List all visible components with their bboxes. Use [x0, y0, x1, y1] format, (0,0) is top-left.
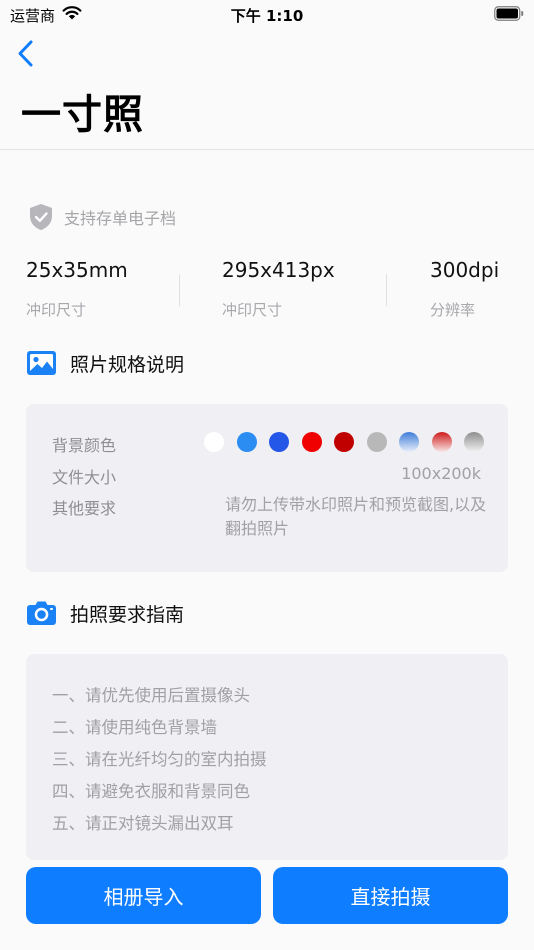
color-swatch-red[interactable]: [301, 432, 322, 452]
color-swatch-blue[interactable]: [236, 432, 257, 452]
take-photo-button[interactable]: 直接拍摄: [273, 867, 508, 924]
battery-icon: [494, 6, 524, 21]
resolution-value: 300dpi: [430, 258, 500, 282]
photo-spec-header: 照片规格说明: [26, 348, 184, 378]
page-title: 一寸照: [21, 92, 144, 138]
photo-guide-title: 拍照要求指南: [70, 603, 185, 626]
shield-check-icon: [30, 204, 52, 230]
album-import-button[interactable]: 相册导入: [26, 867, 261, 924]
color-swatch-dark-blue[interactable]: [269, 432, 289, 452]
image-icon: [27, 351, 56, 375]
guide-item: 三、请在光纤均匀的室内拍摄: [52, 750, 267, 769]
color-swatch-dark-red[interactable]: [334, 432, 354, 452]
support-row: 支持存单电子档: [28, 202, 176, 232]
print-size-px-label: 冲印尺寸: [222, 301, 283, 319]
color-swatch-gradient-gray[interactable]: [464, 432, 484, 452]
guide-item: 二、请使用纯色背景墙: [52, 718, 217, 737]
color-swatch-white[interactable]: [204, 432, 224, 452]
print-size-mm-value: 25x35mm: [26, 258, 128, 282]
spec-divider: [179, 274, 180, 306]
other-requirements-value: 请勿上传带水印照片和预览截图,以及翻拍照片: [225, 495, 487, 538]
photo-guide-header: 拍照要求指南: [26, 598, 184, 628]
print-size-mm-label: 冲印尺寸: [26, 301, 87, 319]
color-swatch-gray[interactable]: [366, 432, 387, 452]
status-bar: 运营商 下午 1:10: [0, 0, 534, 28]
guide-item: 四、请避免衣服和背景同色: [52, 782, 250, 801]
header-divider: [0, 149, 534, 150]
color-swatch-gradient-red[interactable]: [431, 432, 452, 452]
file-size-label: 文件大小: [52, 468, 117, 487]
print-size-px-value: 295x413px: [222, 258, 335, 282]
file-size-value: 100x200k: [401, 464, 481, 483]
bg-color-label: 背景颜色: [52, 436, 117, 455]
guide-item: 五、请正对镜头漏出双耳: [52, 814, 234, 833]
photo-guide-card: 一、请优先使用后置摄像头 二、请使用纯色背景墙 三、请在光纤均匀的室内拍摄 四、…: [26, 654, 508, 860]
other-requirements-label: 其他要求: [52, 499, 117, 518]
support-text: 支持存单电子档: [64, 209, 177, 228]
back-button[interactable]: [14, 38, 42, 70]
resolution-label: 分辨率: [430, 301, 476, 319]
clock: 下午 1:10: [230, 7, 304, 25]
photo-spec-card: 背景颜色 文件大小 100x200k 其他要求 请勿上传带水印照片和预览截图,以…: [26, 404, 508, 572]
photo-spec-title: 照片规格说明: [70, 353, 185, 376]
camera-icon: [27, 601, 56, 625]
color-swatch-gradient-blue[interactable]: [399, 432, 419, 452]
guide-item: 一、请优先使用后置摄像头: [52, 686, 250, 705]
spec-divider: [386, 274, 387, 306]
